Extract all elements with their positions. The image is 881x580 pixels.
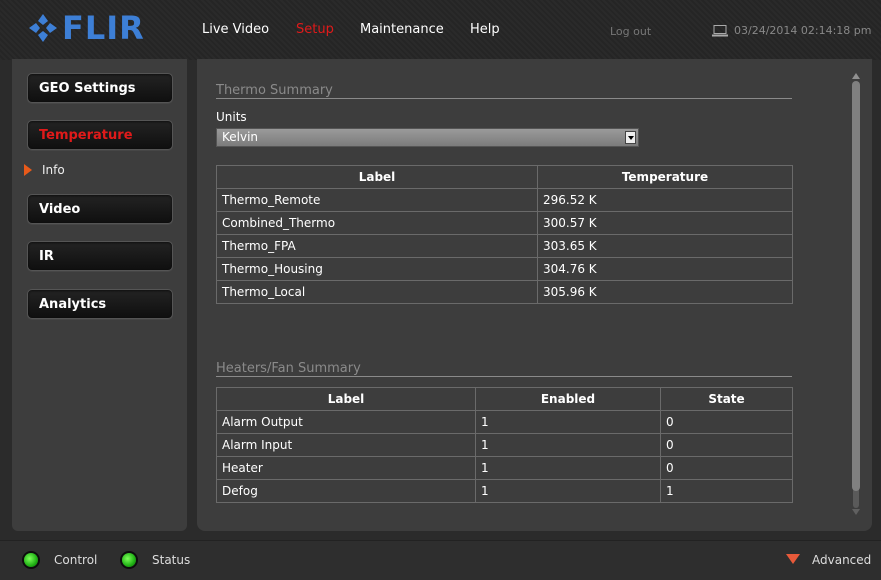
- datetime-display: 03/24/2014 02:14:18 pm: [712, 24, 872, 37]
- table-row: Thermo_Housing 304.76 K: [216, 257, 793, 281]
- table-row: Defog 1 1: [216, 479, 793, 503]
- nav-live-video[interactable]: Live Video: [202, 22, 269, 37]
- table-cell: Combined_Thermo: [216, 211, 538, 235]
- section-divider: [216, 376, 792, 377]
- table-cell: Thermo_Housing: [216, 257, 538, 281]
- flir-logo: FLIR: [28, 8, 145, 48]
- sidebar-item-temperature[interactable]: Temperature: [27, 120, 173, 150]
- table-cell: 0: [660, 456, 793, 480]
- logout-link[interactable]: Log out: [610, 25, 651, 38]
- top-bar: FLIR Live Video Setup Maintenance Help L…: [0, 0, 881, 60]
- table-cell: 0: [660, 410, 793, 434]
- table-cell: 296.52 K: [537, 188, 793, 212]
- table-cell: 1: [475, 479, 661, 503]
- table-cell: 300.57 K: [537, 211, 793, 235]
- heaters-summary-title: Heaters/Fan Summary: [216, 361, 361, 376]
- flir-emblem-icon: [29, 14, 57, 42]
- thermo-summary-title: Thermo Summary: [216, 83, 333, 98]
- arrow-right-icon: [24, 164, 32, 176]
- units-label: Units: [216, 110, 247, 124]
- chevron-down-icon[interactable]: [625, 131, 636, 144]
- table-cell: 0: [660, 433, 793, 457]
- section-divider: [216, 98, 792, 99]
- status-label: Status: [152, 553, 191, 567]
- table-cell: 1: [475, 410, 661, 434]
- table-cell: Thermo_FPA: [216, 234, 538, 258]
- scroll-down-icon[interactable]: [852, 509, 860, 515]
- table-header-row: Label Enabled State: [216, 387, 793, 411]
- table-cell: 1: [660, 479, 793, 503]
- sidebar-item-analytics[interactable]: Analytics: [27, 289, 173, 319]
- table-cell: Defog: [216, 479, 476, 503]
- column-header: Temperature: [537, 165, 793, 189]
- status-led-icon: [122, 553, 136, 567]
- laptop-icon: [712, 24, 728, 36]
- heaters-table: Label Enabled State Alarm Output 1 0 Ala…: [216, 387, 793, 503]
- control-status-led-icon: [24, 553, 38, 567]
- scroll-up-icon[interactable]: [852, 73, 860, 79]
- nav-maintenance[interactable]: Maintenance: [360, 22, 444, 37]
- table-cell: Heater: [216, 456, 476, 480]
- units-select[interactable]: Kelvin: [216, 128, 639, 147]
- sidebar-subitem-info[interactable]: Info: [24, 163, 65, 177]
- sidebar: GEO Settings Temperature Info Video IR A…: [12, 59, 187, 531]
- table-row: Thermo_FPA 303.65 K: [216, 234, 793, 258]
- table-cell: Thermo_Remote: [216, 188, 538, 212]
- table-cell: 1: [475, 433, 661, 457]
- column-header: State: [660, 387, 793, 411]
- table-row: Combined_Thermo 300.57 K: [216, 211, 793, 235]
- table-cell: 304.76 K: [537, 257, 793, 281]
- sidebar-subitem-label: Info: [42, 163, 65, 177]
- table-row: Thermo_Local 305.96 K: [216, 280, 793, 304]
- scroll-thumb[interactable]: [852, 81, 860, 491]
- table-cell: Thermo_Local: [216, 280, 538, 304]
- table-row: Alarm Output 1 0: [216, 410, 793, 434]
- advanced-toggle-icon[interactable]: [786, 554, 800, 564]
- sidebar-item-ir[interactable]: IR: [27, 241, 173, 271]
- table-row: Thermo_Remote 296.52 K: [216, 188, 793, 212]
- units-select-value: Kelvin: [222, 130, 259, 144]
- nav-help[interactable]: Help: [470, 22, 500, 37]
- table-cell: 303.65 K: [537, 234, 793, 258]
- advanced-button[interactable]: Advanced: [812, 553, 871, 567]
- datetime-text: 03/24/2014 02:14:18 pm: [734, 24, 872, 37]
- column-header: Label: [216, 165, 538, 189]
- nav-setup[interactable]: Setup: [296, 22, 334, 37]
- main-panel: Thermo Summary Units Kelvin Label Temper…: [197, 59, 872, 531]
- sidebar-item-geo-settings[interactable]: GEO Settings: [27, 73, 173, 103]
- table-row: Heater 1 0: [216, 456, 793, 480]
- vertical-scrollbar[interactable]: [851, 73, 861, 518]
- thermo-table: Label Temperature Thermo_Remote 296.52 K…: [216, 165, 793, 304]
- table-cell: Alarm Input: [216, 433, 476, 457]
- control-label: Control: [54, 553, 98, 567]
- logo-text: FLIR: [62, 9, 145, 47]
- column-header: Enabled: [475, 387, 661, 411]
- table-header-row: Label Temperature: [216, 165, 793, 189]
- table-cell: Alarm Output: [216, 410, 476, 434]
- table-cell: 305.96 K: [537, 280, 793, 304]
- sidebar-item-video[interactable]: Video: [27, 194, 173, 224]
- status-bar: Control Status Advanced: [0, 540, 881, 580]
- table-row: Alarm Input 1 0: [216, 433, 793, 457]
- table-cell: 1: [475, 456, 661, 480]
- column-header: Label: [216, 387, 476, 411]
